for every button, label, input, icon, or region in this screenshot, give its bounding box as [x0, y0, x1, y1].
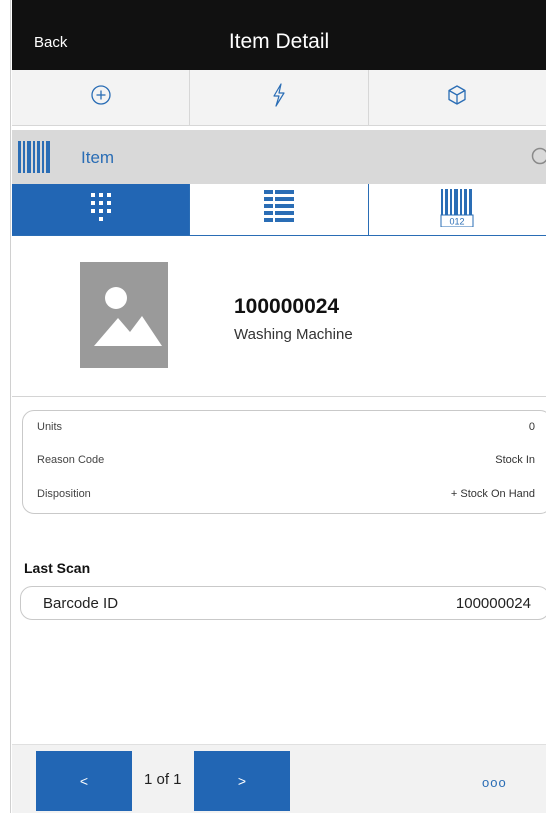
lightning-icon — [271, 83, 287, 112]
title-bar: Back Item Detail — [12, 0, 546, 70]
barcode-icon — [18, 141, 52, 178]
action-bar — [12, 70, 546, 126]
previous-button[interactable]: < — [36, 751, 132, 811]
last-scan-heading: Last Scan — [24, 560, 91, 576]
view-tabs: 012 — [12, 184, 546, 236]
detail-value: 0 — [528, 421, 535, 433]
detail-value: + Stock On Hand — [450, 488, 535, 500]
divider — [12, 396, 546, 397]
box-icon — [446, 84, 468, 111]
quick-action-button[interactable] — [190, 70, 369, 125]
image-placeholder-icon — [80, 262, 168, 368]
barcode-caption: 012 — [450, 217, 465, 227]
tab-barcode[interactable]: 012 — [368, 184, 546, 235]
last-scan-value: 100000024 — [455, 595, 531, 612]
detail-label: Units — [37, 421, 63, 433]
more-options-button[interactable]: ooo — [482, 775, 507, 790]
item-number: 100000024 — [234, 295, 340, 318]
detail-label: Reason Code — [37, 454, 105, 466]
add-action-button[interactable] — [12, 70, 191, 125]
page-title: Item Detail — [228, 30, 330, 53]
page-indicator: 1 of 1 — [144, 771, 182, 788]
tab-keypad[interactable] — [12, 184, 191, 235]
search-icon[interactable] — [530, 146, 546, 173]
app-screen: Back Item Detail Item 012 100000024 Wash… — [12, 0, 546, 813]
detail-row-reason-code[interactable]: Reason Code Stock In — [37, 454, 535, 472]
detail-row-disposition[interactable]: Disposition + Stock On Hand — [37, 488, 535, 506]
dot-grid-icon — [89, 192, 113, 227]
detail-row-units[interactable]: Units 0 — [37, 421, 535, 439]
package-action-button[interactable] — [369, 70, 546, 125]
detail-label: Disposition — [37, 488, 91, 500]
last-scan-label: Barcode ID — [43, 595, 119, 612]
list-icon — [263, 190, 294, 229]
plus-circle-icon — [90, 84, 112, 111]
item-description: Washing Machine — [234, 326, 353, 343]
item-search-bar[interactable]: Item — [12, 130, 546, 184]
next-button[interactable]: > — [194, 751, 290, 811]
last-scan-row[interactable]: Barcode ID 100000024 — [20, 586, 546, 620]
footer-bar: < 1 of 1 > ooo — [12, 744, 546, 813]
detail-value: Stock In — [495, 454, 535, 466]
item-search-label: Item — [81, 148, 115, 167]
barcode-012-icon: 012 — [440, 187, 474, 232]
tab-list[interactable] — [190, 184, 369, 235]
left-frame-line — [10, 0, 11, 813]
item-details-card: Units 0 Reason Code Stock In Disposition… — [22, 410, 546, 514]
